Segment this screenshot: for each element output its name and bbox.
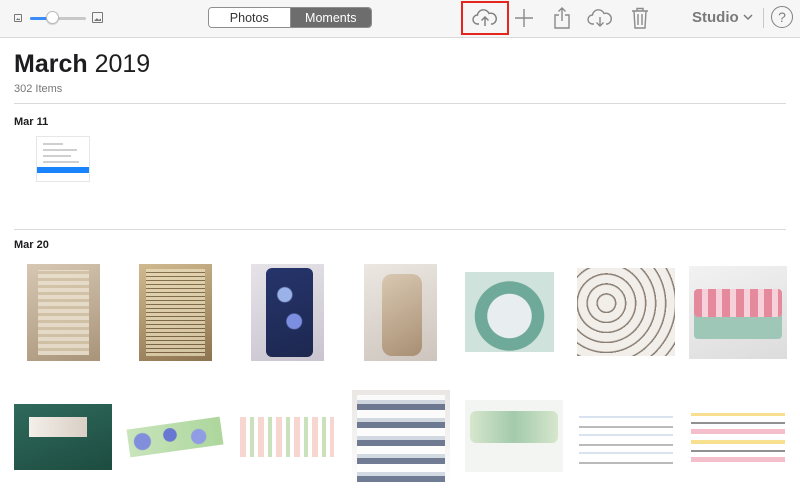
item-count: 302 Items	[14, 83, 63, 95]
photo-thumbnail[interactable]	[126, 402, 224, 472]
upload-cloud-icon[interactable]	[471, 5, 499, 31]
page-title: March 2019	[14, 50, 150, 79]
photo-thumbnail[interactable]	[14, 404, 112, 470]
group-date-mar-20: Mar 20	[14, 239, 49, 251]
library-menu[interactable]: Studio	[692, 9, 753, 26]
photo-thumbnail[interactable]	[577, 403, 675, 471]
photo-thumbnail[interactable]	[352, 390, 450, 487]
photo-thumbnail[interactable]	[689, 266, 787, 359]
photo-thumbnail[interactable]	[139, 264, 212, 361]
title-year: 2019	[94, 50, 151, 78]
download-cloud-icon[interactable]	[586, 5, 614, 31]
toolbar: Photos Moments Studio ?	[0, 0, 800, 38]
photos-tab[interactable]: Photos	[209, 8, 290, 27]
photo-thumbnail[interactable]	[465, 400, 563, 472]
photo-thumbnail[interactable]	[238, 403, 336, 471]
moments-tab[interactable]: Moments	[289, 8, 371, 27]
photo-thumbnail[interactable]	[364, 264, 437, 361]
share-icon[interactable]	[548, 5, 576, 31]
photo-thumbnail[interactable]	[577, 268, 675, 356]
slider-thumb[interactable]	[45, 11, 59, 24]
add-plus-icon[interactable]	[510, 5, 538, 31]
photo-thumbnail-screenshot[interactable]	[36, 136, 90, 182]
photo-thumbnail[interactable]	[465, 272, 554, 352]
group-date-mar-11: Mar 11	[14, 116, 49, 128]
photo-small-icon	[14, 14, 22, 22]
photo-thumbnail[interactable]	[689, 402, 787, 472]
title-month: March	[14, 50, 88, 78]
help-icon[interactable]: ?	[771, 6, 793, 28]
section-divider	[14, 103, 786, 104]
zoom-slider[interactable]	[14, 10, 104, 26]
photo-thumbnail[interactable]	[27, 264, 100, 361]
toolbar-divider	[763, 8, 764, 28]
photo-thumbnail[interactable]	[251, 264, 324, 361]
photo-large-icon	[92, 12, 103, 23]
chevron-down-icon	[743, 14, 753, 21]
trash-icon[interactable]	[626, 5, 654, 31]
view-segmented-control: Photos Moments	[208, 7, 372, 28]
library-menu-label: Studio	[692, 9, 739, 26]
section-divider	[14, 229, 786, 230]
